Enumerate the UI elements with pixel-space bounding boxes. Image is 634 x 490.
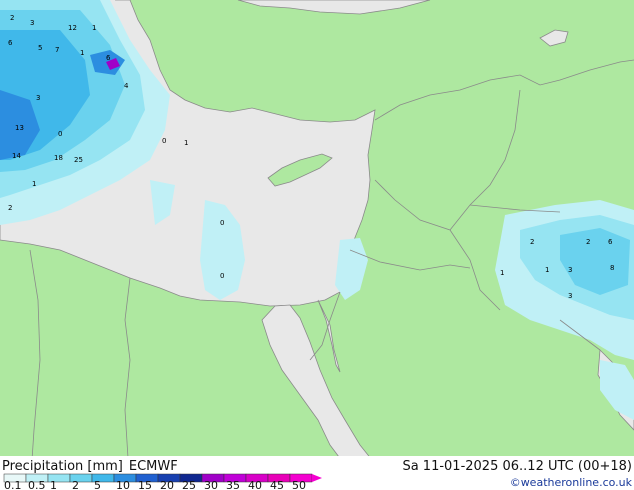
point-label: 3: [568, 266, 572, 274]
point-label: 6: [608, 238, 613, 246]
point-label: 1: [500, 269, 504, 277]
legend-value-label: 1: [50, 479, 57, 490]
point-label: 1: [545, 266, 549, 274]
point-label: 1: [92, 24, 96, 32]
point-label: 3: [36, 94, 40, 102]
point-label: 1: [32, 180, 36, 188]
point-label: 0: [220, 272, 224, 280]
point-label: 18: [54, 154, 63, 162]
point-label: 3: [568, 292, 572, 300]
point-label: 13: [15, 124, 24, 132]
point-label: 1: [184, 139, 188, 147]
precipitation-map: 2 3 6 12 1 5 7 1 13 14 18 25 0 2 1 3 4 6…: [0, 0, 634, 490]
point-label: 0: [58, 130, 62, 138]
point-label: 1: [80, 49, 84, 57]
legend-value-label: 50: [292, 479, 306, 490]
legend-value-label: 25: [182, 479, 196, 490]
legend-value-label: 10: [116, 479, 130, 490]
point-label: 5: [38, 44, 42, 52]
legend-value-label: 15: [138, 479, 152, 490]
point-label: 3: [30, 19, 34, 27]
legend-value-label: 5: [94, 479, 101, 490]
legend-value-label: 35: [226, 479, 240, 490]
point-label: 25: [74, 156, 83, 164]
legend-value-label: 0.1: [4, 479, 22, 490]
map-canvas: 2 3 6 12 1 5 7 1 13 14 18 25 0 2 1 3 4 6…: [0, 0, 634, 490]
legend-value-label: 45: [270, 479, 284, 490]
point-label: 12: [68, 24, 77, 32]
point-label: 7: [55, 46, 59, 54]
point-label: 2: [586, 238, 590, 246]
valid-time: Sa 11-01-2025 06..12 UTC (00+18): [402, 459, 632, 474]
legend-value-label: 2: [72, 479, 79, 490]
point-label: 2: [10, 14, 14, 22]
point-label: 8: [610, 264, 614, 272]
point-label: 0: [162, 137, 166, 145]
legend-value-label: 40: [248, 479, 262, 490]
point-label: 6: [106, 54, 111, 62]
point-label: 14: [12, 152, 21, 160]
point-label: 2: [530, 238, 534, 246]
point-label: 4: [124, 82, 129, 90]
credit-text: ©weatheronline.co.uk: [510, 476, 633, 489]
point-label: 0: [220, 219, 224, 227]
legend-value-label: 20: [160, 479, 174, 490]
legend-value-label: 0.5: [28, 479, 46, 490]
point-label: 6: [8, 39, 13, 47]
legend-value-label: 30: [204, 479, 218, 490]
point-label: 2: [8, 204, 12, 212]
map-title: Precipitation [mm] ECMWF: [2, 459, 178, 474]
